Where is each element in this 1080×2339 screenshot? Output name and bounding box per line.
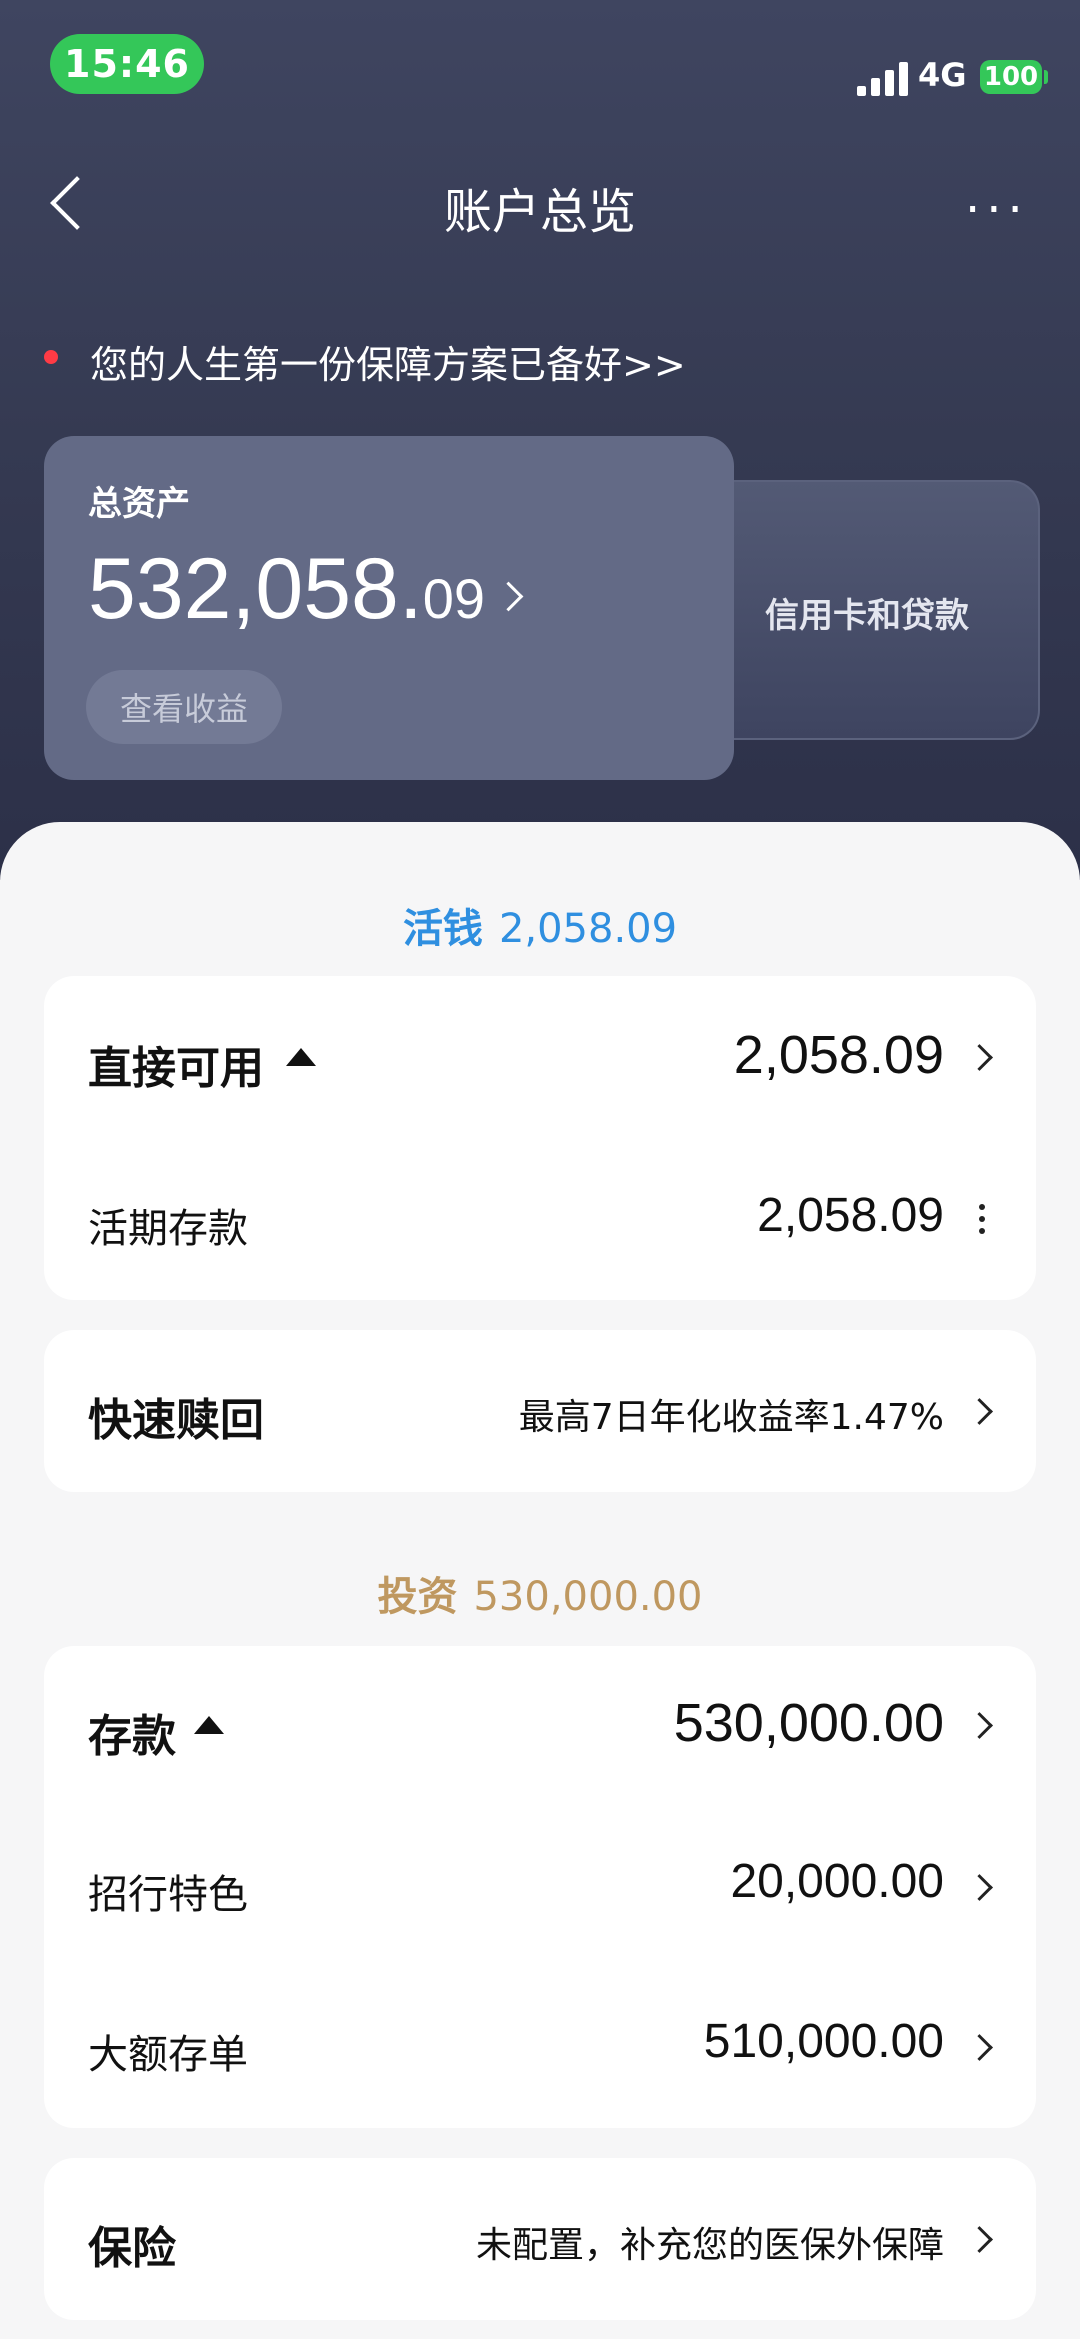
total-assets-int: 532,058. (88, 541, 423, 637)
network-type: 4G (918, 56, 967, 94)
featured-label[interactable]: 招行特色 (88, 1862, 248, 1920)
insurance-label: 保险 (88, 2223, 176, 2274)
demand-deposit-label: 活期存款 (88, 1206, 248, 1252)
invest-section-title: 投资 530,000.00 (0, 1564, 1080, 1622)
quick-redeem-desc: 最高7日年化收益率1.47% (518, 1397, 944, 1438)
deposits-label[interactable]: 存款 (88, 1700, 176, 1764)
battery-icon: 100 (980, 60, 1042, 94)
status-time: 15:46 (50, 34, 204, 94)
total-assets-label: 总资产 (88, 484, 190, 524)
battery-tip (1044, 70, 1048, 84)
demand-deposit-value: 2,058.09 (757, 1189, 944, 1242)
invest-total: 530,000.00 (473, 1574, 703, 1620)
signal-icon (857, 58, 909, 96)
kebab-menu-icon[interactable] (979, 1204, 985, 1234)
quick-redeem-label: 快速赎回 (88, 1395, 264, 1446)
featured-value: 20,000.00 (730, 1855, 944, 1908)
more-icon[interactable]: ··· (965, 186, 1029, 234)
deposits-value: 530,000.00 (673, 1693, 944, 1753)
caret-up-icon[interactable] (194, 1716, 224, 1734)
page-title: 账户总览 (443, 184, 636, 240)
total-assets-dec: 09 (422, 567, 486, 630)
invest-label: 投资 (377, 1574, 458, 1620)
liquid-label: 活钱 (402, 906, 483, 952)
available-value: 2,058.09 (733, 1025, 944, 1085)
liquid-section-title: 活钱 2,058.09 (0, 896, 1080, 954)
promo-banner-link[interactable]: 您的人生第一份保障方案已备好>> (90, 334, 686, 389)
large-cd-label[interactable]: 大额存单 (88, 2022, 248, 2080)
caret-up-icon[interactable] (286, 1048, 316, 1066)
credit-loan-label: 信用卡和贷款 (765, 596, 969, 636)
total-assets-amount: 532,058.09 (88, 540, 485, 639)
available-label[interactable]: 直接可用 (88, 1032, 264, 1096)
liquid-total: 2,058.09 (498, 906, 678, 952)
insurance-desc: 未配置，补充您的医保外保障 (475, 2225, 944, 2266)
view-earnings-button[interactable]: 查看收益 (86, 670, 282, 744)
notification-dot-icon (44, 350, 58, 364)
large-cd-value: 510,000.00 (703, 2015, 944, 2068)
